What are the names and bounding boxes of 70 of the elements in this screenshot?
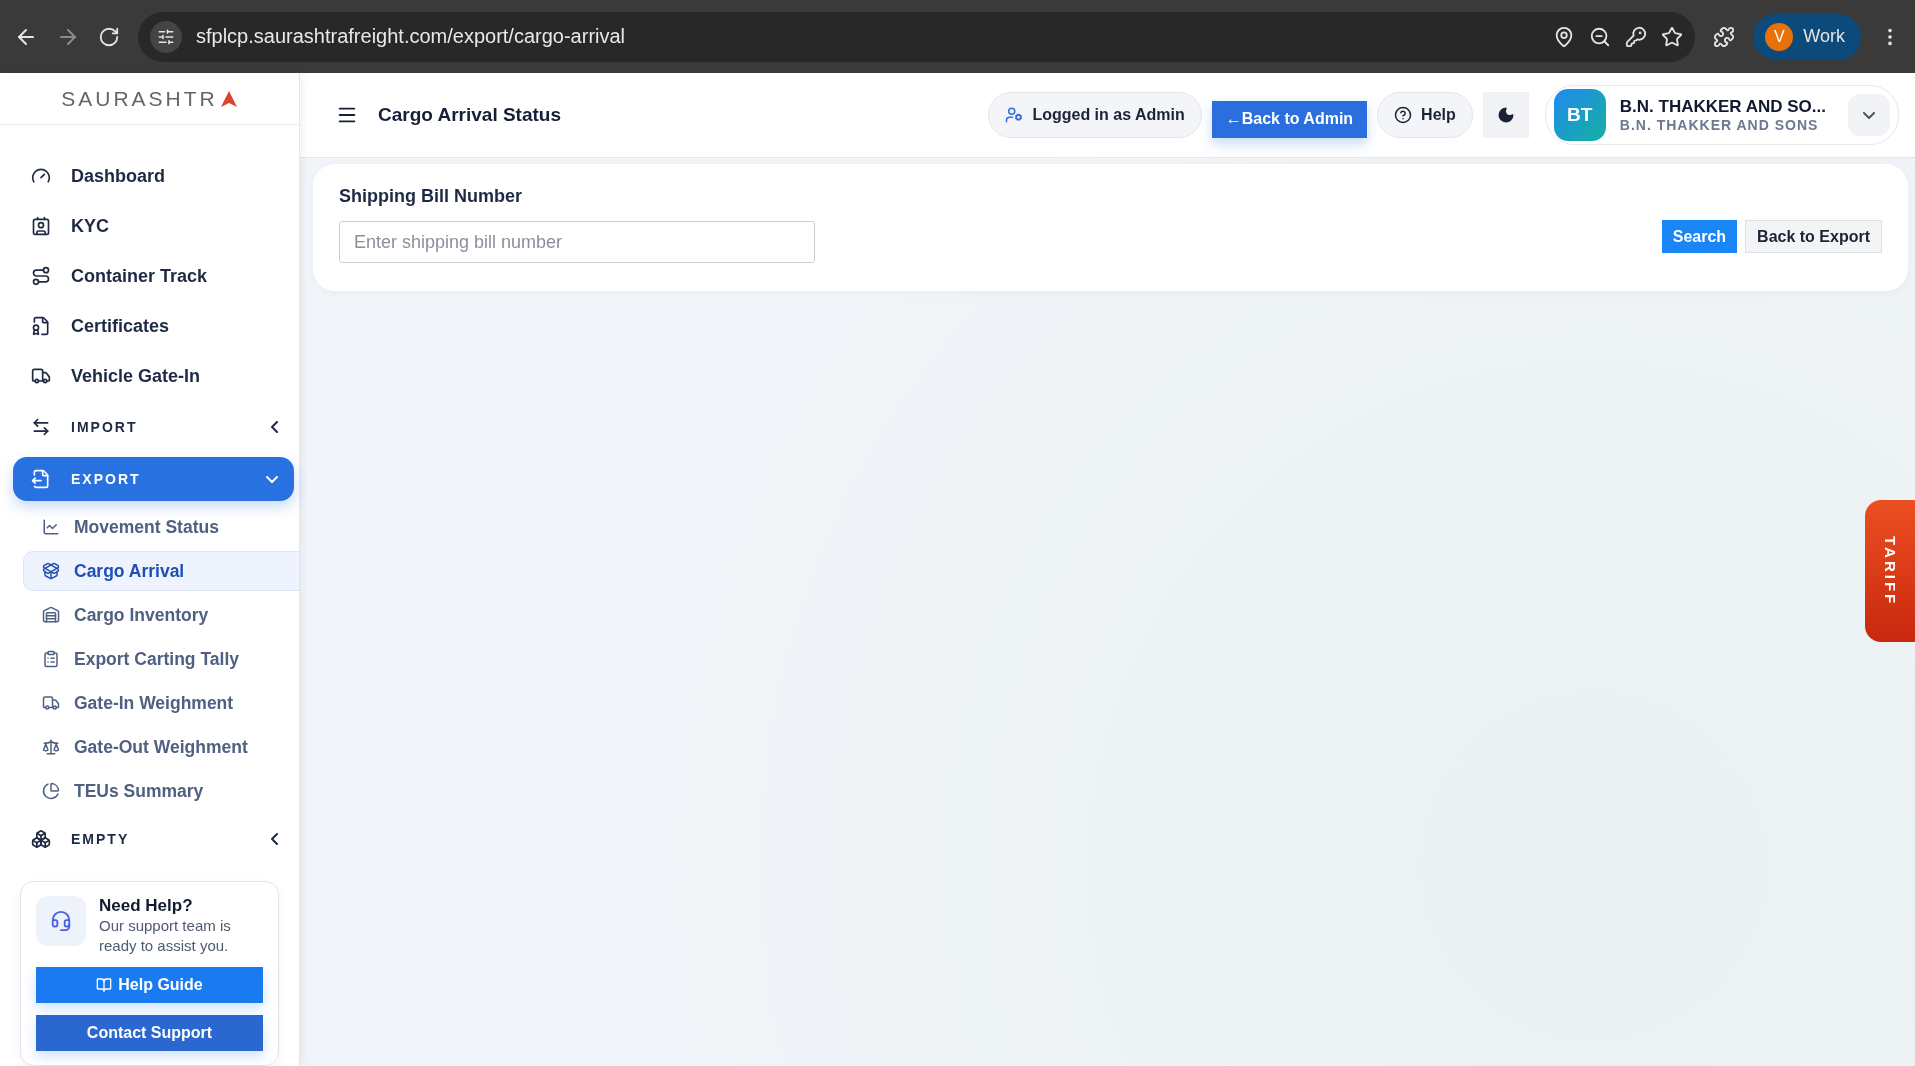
truck-icon <box>42 694 60 712</box>
moon-icon <box>1496 106 1515 124</box>
nav-subitem[interactable]: TEUs Summary <box>23 771 299 811</box>
logo-text: SAURASHTR <box>61 86 218 111</box>
chevron-left-icon <box>271 421 278 433</box>
user-avatar: BT <box>1553 89 1606 141</box>
warehouse-icon <box>42 606 60 624</box>
back-to-export-button[interactable]: Back to Export <box>1745 220 1882 253</box>
nav-item[interactable]: Certificates <box>13 301 294 351</box>
book-icon <box>96 977 113 993</box>
help-guide-button[interactable]: Help Guide <box>36 967 263 1003</box>
tariff-tab[interactable]: TARIFF <box>1865 500 1915 642</box>
nav-section[interactable]: EXPORT <box>13 457 294 501</box>
key-icon[interactable] <box>1625 25 1648 48</box>
reload-icon[interactable] <box>98 25 120 48</box>
url-text: sfplcp.saurashtrafreight.com/export/cargo-arrival <box>196 25 627 48</box>
scale-icon <box>42 738 60 756</box>
chart-icon <box>42 518 60 536</box>
user-card[interactable]: BT B.N. THAKKER AND SO... B.N. THAKKER AND SONS <box>1544 85 1899 145</box>
help-title: Need Help? <box>99 896 194 916</box>
zoom-out-icon[interactable] <box>1589 25 1612 48</box>
back-to-admin-button[interactable]: ←Back to Admin <box>1211 100 1368 138</box>
chevron-down-icon <box>266 475 278 483</box>
nav-section[interactable]: IMPORT <box>13 405 294 449</box>
page-title: Cargo Arrival Status <box>378 104 562 126</box>
nav-subitem[interactable]: Cargo Inventory <box>23 595 299 635</box>
bookmark-star-icon[interactable] <box>1661 25 1684 48</box>
headset-icon <box>36 896 86 946</box>
search-button[interactable]: Search <box>1661 220 1738 253</box>
arrows-icon <box>31 417 51 437</box>
nav-item[interactable]: Container Track <box>13 251 294 301</box>
truck-icon <box>31 366 51 386</box>
file-badge-icon <box>31 316 51 336</box>
dark-mode-toggle[interactable] <box>1482 92 1529 138</box>
company-name: B.N. THAKKER AND SONS <box>1619 117 1820 133</box>
site-settings-icon[interactable] <box>150 20 182 53</box>
profile-button[interactable]: V Work <box>1753 13 1861 60</box>
boxes-icon <box>31 829 51 849</box>
file-export-icon <box>31 469 51 489</box>
pie-chart-icon <box>42 782 60 800</box>
chevron-left-icon <box>271 833 278 845</box>
help-button[interactable]: Help <box>1377 92 1473 138</box>
nav-item[interactable]: Dashboard <box>13 151 294 201</box>
nav-section[interactable]: EMPTY <box>13 817 294 861</box>
nav-subitem[interactable]: Movement Status <box>23 507 299 547</box>
id-card-icon <box>31 216 51 236</box>
clipboard-icon <box>42 650 60 668</box>
nav-item[interactable]: Vehicle Gate-In <box>13 351 294 401</box>
input-field[interactable]: Enter shipping bill number <box>339 221 815 263</box>
address-bar[interactable]: sfplcp.saurashtrafreight.com/export/cargo-arrival <box>138 11 1696 62</box>
field-label: Shipping Bill Number <box>339 186 523 207</box>
help-text: Our support team is ready to assist you. <box>99 916 232 955</box>
nav-item[interactable]: KYC <box>13 201 294 251</box>
chevron-down-icon <box>1863 111 1875 119</box>
profile-name: Work <box>1803 26 1845 47</box>
nav-subitem[interactable]: Gate-Out Weighment <box>23 727 299 767</box>
box-icon <box>42 562 60 580</box>
nav-subitem[interactable]: Gate-In Weighment <box>23 683 299 723</box>
help-icon <box>1394 106 1413 124</box>
admin-status-button[interactable]: Logged in as Admin <box>988 92 1202 138</box>
logo-triangle-icon <box>219 89 238 108</box>
gauge-icon <box>31 166 51 186</box>
route-icon <box>31 266 51 286</box>
contact-support-button[interactable]: Contact Support <box>36 1015 263 1051</box>
extensions-icon[interactable] <box>1713 25 1736 48</box>
nav-subitem[interactable]: Export Carting Tally <box>23 639 299 679</box>
user-icon <box>1005 106 1024 124</box>
profile-avatar: V <box>1765 22 1794 51</box>
nav-subitem[interactable]: Cargo Arrival <box>23 551 299 591</box>
user-name: B.N. THAKKER AND SO... <box>1619 97 1826 117</box>
